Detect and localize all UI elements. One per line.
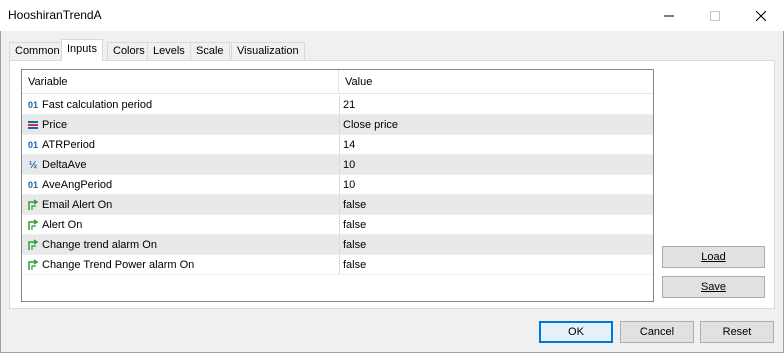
row-name: Change Trend Power alarm On — [42, 259, 195, 271]
row-value[interactable]: 10 — [339, 155, 653, 175]
row-value[interactable]: false — [339, 215, 653, 235]
row-value[interactable]: Close price — [339, 115, 653, 135]
row-name: DeltaAve — [42, 159, 87, 171]
table-row[interactable]: 01 Fast calculation period 21 — [22, 95, 653, 115]
row-value[interactable]: false — [339, 195, 653, 215]
inputs-grid: Variable Value 01 Fast calculation perio… — [21, 69, 654, 302]
row-value[interactable]: 14 — [339, 135, 653, 155]
minimize-button[interactable] — [646, 0, 692, 31]
save-button[interactable]: Save — [662, 276, 765, 298]
row-value[interactable]: 21 — [339, 95, 653, 115]
maximize-button — [692, 0, 738, 31]
row-name: Change trend alarm On — [42, 239, 157, 251]
row-name: ATRPeriod — [42, 139, 95, 151]
row-name: Alert On — [42, 219, 83, 231]
bool-icon — [26, 198, 40, 212]
title-bar: HooshiranTrendA — [0, 0, 784, 31]
inputs-panel: Variable Value 01 Fast calculation perio… — [9, 60, 775, 309]
table-row[interactable]: Email Alert On false — [22, 195, 653, 215]
table-row[interactable]: 01 AveAngPeriod 10 — [22, 175, 653, 195]
header-value[interactable]: Value — [339, 70, 653, 94]
integer-icon: 01 — [27, 180, 38, 190]
row-name: Email Alert On — [42, 199, 113, 211]
tab-visualization[interactable]: Visualization — [231, 42, 305, 60]
ok-button[interactable]: OK — [539, 321, 613, 343]
window-title: HooshiranTrendA — [8, 8, 102, 22]
maximize-icon — [710, 10, 720, 21]
bool-icon — [26, 218, 40, 232]
bool-icon — [26, 238, 40, 252]
row-name: AveAngPeriod — [42, 179, 113, 191]
row-name: Price — [42, 119, 68, 131]
row-value[interactable]: false — [339, 255, 653, 275]
table-row[interactable]: Change Trend Power alarm On false — [22, 255, 653, 275]
bool-icon — [26, 258, 40, 272]
reset-button[interactable]: Reset — [700, 321, 774, 343]
tab-scale[interactable]: Scale — [190, 42, 230, 60]
minimize-icon — [664, 15, 674, 16]
save-button-label: Save — [700, 281, 727, 293]
table-row[interactable]: ½ DeltaAve 10 — [22, 155, 653, 175]
integer-icon: 01 — [27, 100, 38, 110]
close-icon — [756, 10, 766, 21]
table-row[interactable]: 01 ATRPeriod 14 — [22, 135, 653, 155]
tab-inputs[interactable]: Inputs — [61, 39, 103, 61]
table-row[interactable]: Alert On false — [22, 215, 653, 235]
dialog-body: Common Inputs Colors Levels Scale Visual… — [0, 31, 784, 353]
load-button[interactable]: Load — [662, 246, 765, 268]
row-value[interactable]: false — [339, 235, 653, 255]
enum-icon — [26, 118, 40, 132]
row-name: Fast calculation period — [42, 99, 153, 111]
integer-icon: 01 — [27, 140, 38, 150]
close-button[interactable] — [738, 0, 784, 31]
header-variable[interactable]: Variable — [22, 70, 339, 94]
tab-levels[interactable]: Levels — [147, 42, 191, 60]
load-button-label: Load — [701, 251, 726, 263]
table-row[interactable]: Change trend alarm On false — [22, 235, 653, 255]
grid-header: Variable Value — [22, 70, 653, 94]
cancel-button[interactable]: Cancel — [620, 321, 694, 343]
tab-common[interactable]: Common — [9, 42, 66, 60]
table-row[interactable]: Price Close price — [22, 115, 653, 135]
double-icon: ½ — [28, 159, 38, 171]
tab-colors[interactable]: Colors — [107, 42, 151, 60]
row-value[interactable]: 10 — [339, 175, 653, 195]
